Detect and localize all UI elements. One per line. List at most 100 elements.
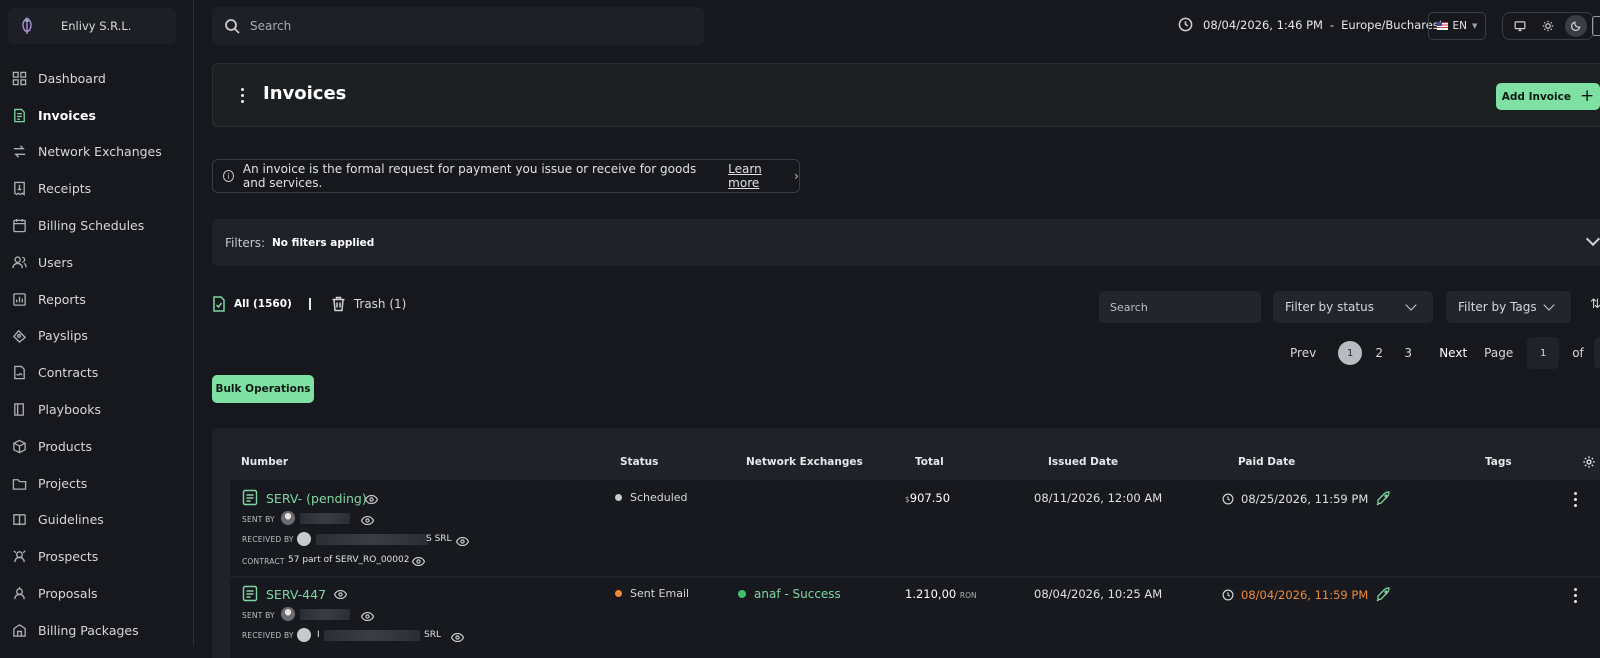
page-1-button[interactable]: 1 bbox=[1338, 341, 1363, 365]
sender-avatar bbox=[281, 511, 295, 525]
table-settings-gear-icon[interactable] bbox=[1582, 455, 1596, 469]
page-2-button[interactable]: 2 bbox=[1367, 341, 1391, 365]
top-bar: 08/04/2026, 1:46 PM - Europe/Bucharest E… bbox=[194, 0, 1600, 52]
page-number-input[interactable]: 1 bbox=[1527, 337, 1560, 369]
filters-bar[interactable]: Filters: No filters applied bbox=[212, 219, 1600, 266]
theme-system-button[interactable] bbox=[1509, 15, 1531, 37]
current-datetime: 08/04/2026, 1:46 PM bbox=[1203, 17, 1323, 32]
info-banner: i An invoice is the formal request for p… bbox=[212, 159, 800, 193]
sidebar-item-receipts[interactable]: Receipts bbox=[0, 170, 194, 207]
bulk-operations-button[interactable]: Bulk Operations bbox=[212, 375, 314, 403]
redacted-receiver-name bbox=[316, 534, 428, 545]
sidebar-item-label: Products bbox=[38, 438, 92, 454]
global-search-input[interactable] bbox=[250, 19, 670, 33]
paid-date: 08/25/2026, 11:59 PM bbox=[1222, 491, 1391, 507]
eye-icon[interactable] bbox=[411, 555, 426, 567]
next-page-button[interactable]: Next bbox=[1439, 346, 1467, 360]
column-header-tags[interactable]: Tags bbox=[1485, 456, 1512, 468]
add-invoice-button[interactable]: Add Invoice + bbox=[1496, 83, 1600, 110]
page-menu-icon[interactable] bbox=[241, 88, 245, 103]
eye-icon[interactable] bbox=[364, 493, 379, 505]
column-header-total[interactable]: Total bbox=[915, 456, 944, 468]
invoice-number-link[interactable]: SERV- (pending) bbox=[266, 491, 367, 506]
sidebar-item-label: Receipts bbox=[38, 181, 92, 197]
sidebar-item-contracts[interactable]: Contracts bbox=[0, 354, 194, 391]
eye-icon[interactable] bbox=[333, 588, 348, 600]
sidebar-item-reports[interactable]: Reports bbox=[0, 281, 194, 318]
sidebar-item-payslips[interactable]: Payslips bbox=[0, 318, 194, 355]
moon-icon bbox=[1571, 21, 1581, 31]
status-filter-dropdown[interactable]: Filter by status bbox=[1273, 291, 1433, 323]
column-header-status[interactable]: Status bbox=[620, 456, 658, 468]
sidebar-item-invoices[interactable]: Invoices bbox=[0, 97, 194, 134]
row-actions-menu-icon[interactable] bbox=[1574, 588, 1577, 603]
receiver-name-prefix: I bbox=[317, 630, 320, 640]
global-search[interactable] bbox=[212, 7, 704, 45]
eye-icon[interactable] bbox=[450, 631, 465, 643]
sidebar-item-label: Playbooks bbox=[38, 402, 102, 418]
sidebar-item-billing-schedules[interactable]: Billing Schedules bbox=[0, 207, 194, 244]
panel-toggle[interactable] bbox=[1592, 16, 1600, 36]
billing-package-icon bbox=[10, 621, 28, 639]
sidebar-item-label: Contracts bbox=[38, 365, 99, 381]
column-header-network-exchanges[interactable]: Network Exchanges bbox=[746, 456, 863, 468]
tab-all[interactable]: All (1560) bbox=[212, 296, 292, 312]
table-row[interactable]: SERV-447 SENT BY RECEIVED BY I SRL Sent … bbox=[230, 578, 1600, 658]
column-header-number[interactable]: Number bbox=[241, 456, 288, 468]
list-tabs: All (1560) Trash (1) bbox=[212, 296, 406, 312]
eye-icon[interactable] bbox=[360, 610, 375, 622]
sidebar-item-products[interactable]: Products bbox=[0, 428, 194, 465]
column-header-issued-date[interactable]: Issued Date bbox=[1048, 456, 1118, 468]
tab-trash[interactable]: Trash (1) bbox=[331, 296, 406, 312]
info-icon: i bbox=[223, 170, 234, 182]
sidebar-item-label: Prospects bbox=[38, 549, 99, 565]
chevron-down-icon[interactable] bbox=[1585, 231, 1600, 247]
language-selector[interactable]: EN ▼ bbox=[1428, 12, 1486, 40]
us-flag-icon bbox=[1436, 22, 1448, 30]
table-row[interactable]: SERV- (pending) SENT BY RECEIVED BY S SR… bbox=[230, 480, 1600, 576]
sort-icon[interactable]: ⇅ bbox=[1590, 297, 1600, 312]
chevron-down-icon: ▼ bbox=[1472, 22, 1478, 30]
sidebar-item-projects[interactable]: Projects bbox=[0, 465, 194, 502]
clock-icon bbox=[1222, 589, 1234, 601]
prev-page-button[interactable]: Prev bbox=[1290, 346, 1316, 360]
sidebar-item-network-exchanges[interactable]: Network Exchanges bbox=[0, 134, 194, 171]
sidebar-item-dashboard[interactable]: Dashboard bbox=[0, 60, 194, 97]
sidebar-item-guidelines[interactable]: Guidelines bbox=[0, 502, 194, 539]
eye-icon[interactable] bbox=[360, 514, 375, 526]
redacted-sender-name bbox=[300, 513, 350, 524]
dashboard-icon bbox=[10, 69, 28, 87]
learn-more-link[interactable]: Learn more bbox=[728, 162, 789, 190]
project-icon bbox=[10, 474, 28, 492]
sidebar-item-proposals[interactable]: Proposals bbox=[0, 575, 194, 612]
eye-icon[interactable] bbox=[455, 535, 470, 547]
contract-value[interactable]: 57 part of SERV_RO_00002 bbox=[288, 555, 409, 565]
page-3-button[interactable]: 3 bbox=[1396, 341, 1420, 365]
contract-icon bbox=[10, 364, 28, 382]
invoice-number-link[interactable]: SERV-447 bbox=[266, 587, 326, 602]
pagination: Prev 1 2 3 Next Page 1 of 7 bbox=[1290, 337, 1600, 369]
tags-filter-dropdown[interactable]: Filter by Tags bbox=[1446, 291, 1571, 323]
sidebar-item-users[interactable]: Users bbox=[0, 244, 194, 281]
rocket-icon[interactable] bbox=[1375, 587, 1391, 603]
theme-light-button[interactable] bbox=[1537, 15, 1559, 37]
billing-schedule-icon bbox=[10, 217, 28, 235]
filters-value: No filters applied bbox=[272, 236, 375, 249]
row-actions-menu-icon[interactable] bbox=[1574, 492, 1577, 507]
rocket-icon[interactable] bbox=[1375, 491, 1391, 507]
column-header-paid-date[interactable]: Paid Date bbox=[1238, 456, 1295, 468]
org-switcher[interactable]: Enlivy S.R.L. bbox=[8, 8, 176, 44]
list-search[interactable] bbox=[1099, 291, 1261, 323]
chevron-down-icon bbox=[1405, 299, 1417, 311]
issued-date: 08/04/2026, 10:25 AM bbox=[1034, 587, 1163, 601]
sidebar-item-playbooks[interactable]: Playbooks bbox=[0, 391, 194, 428]
network-status-dot bbox=[738, 590, 746, 598]
sent-by-label: SENT BY bbox=[242, 515, 275, 524]
page-title: Invoices bbox=[263, 83, 347, 104]
theme-dark-button[interactable] bbox=[1565, 15, 1587, 37]
sidebar-item-prospects[interactable]: Prospects bbox=[0, 538, 194, 575]
sidebar-item-billing-packages[interactable]: Billing Packages bbox=[0, 612, 194, 649]
list-search-input[interactable] bbox=[1099, 291, 1261, 323]
brand-logo-icon bbox=[22, 17, 32, 34]
network-exchange-status[interactable]: anaf - Success bbox=[738, 587, 841, 601]
